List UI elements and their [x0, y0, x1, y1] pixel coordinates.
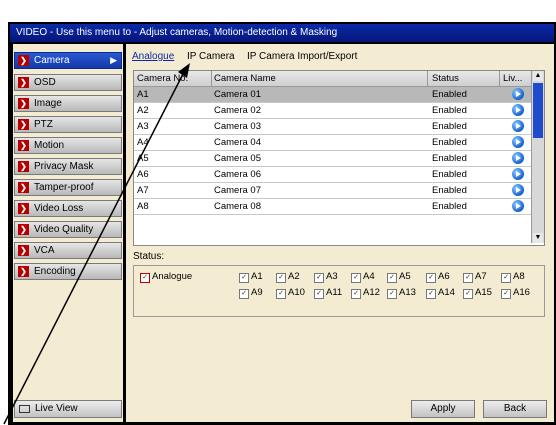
chevron-right-icon: ❯: [18, 161, 29, 172]
sidebar-item-motion[interactable]: ❯ Motion: [14, 137, 122, 154]
column-header-status[interactable]: Status: [432, 73, 459, 84]
channel-checkbox[interactable]: ✓: [426, 273, 436, 283]
channel-checkbox[interactable]: ✓: [276, 289, 286, 299]
live-view-icon[interactable]: [512, 88, 524, 100]
title-text: VIDEO - Use this menu to - Adjust camera…: [16, 27, 338, 38]
table-row[interactable]: A3 Camera 03 Enabled: [134, 119, 534, 135]
table-row[interactable]: A4 Camera 04 Enabled: [134, 135, 534, 151]
sidebar-item-vca[interactable]: ❯ VCA: [14, 242, 122, 259]
channel-checkbox[interactable]: ✓: [239, 289, 249, 299]
status-box: ✓ Analogue ✓ A1 ✓ A2 ✓ A3 ✓ A4 ✓ A5 ✓ A6…: [133, 265, 545, 317]
live-view-icon[interactable]: [512, 120, 524, 132]
live-view-icon[interactable]: [512, 200, 524, 212]
chevron-right-icon: ❯: [18, 119, 29, 130]
live-view-icon[interactable]: [512, 152, 524, 164]
sidebar-item-image[interactable]: ❯ Image: [14, 95, 122, 112]
sidebar-item-osd[interactable]: ❯ OSD: [14, 74, 122, 91]
live-view-icon[interactable]: [512, 184, 524, 196]
selected-arrow-icon: ▶: [110, 55, 117, 65]
table-row[interactable]: A5 Camera 05 Enabled: [134, 151, 534, 167]
sidebar-item-tamper-proof[interactable]: ❯ Tamper-proof: [14, 179, 122, 196]
column-header-camera-name[interactable]: Camera Name: [214, 73, 276, 84]
channel-checkbox[interactable]: ✓: [276, 273, 286, 283]
scrollbar-thumb[interactable]: [533, 83, 543, 138]
table-row[interactable]: A1 Camera 01 Enabled: [134, 87, 534, 103]
table-row[interactable]: A8 Camera 08 Enabled: [134, 199, 534, 215]
status-label: Status:: [133, 251, 165, 262]
live-view-icon[interactable]: [512, 168, 524, 180]
chevron-right-icon: ❯: [18, 182, 29, 193]
channel-checkbox[interactable]: ✓: [463, 289, 473, 299]
apply-button[interactable]: Apply: [411, 400, 475, 418]
chevron-right-icon: ❯: [18, 77, 29, 88]
chevron-right-icon: ❯: [18, 55, 29, 66]
channel-checkbox[interactable]: ✓: [314, 273, 324, 283]
title-bar: VIDEO - Use this menu to - Adjust camera…: [10, 24, 554, 42]
chevron-right-icon: ❯: [18, 203, 29, 214]
sidebar-item-video-quality[interactable]: ❯ Video Quality: [14, 221, 122, 238]
tab-analogue[interactable]: Analogue: [132, 51, 174, 62]
sidebar-item-encoding[interactable]: ❯ Encoding: [14, 263, 122, 280]
channel-checkbox[interactable]: ✓: [314, 289, 324, 299]
chevron-right-icon: ❯: [18, 224, 29, 235]
column-header-live[interactable]: Liv...: [503, 73, 522, 84]
channel-checkbox[interactable]: ✓: [501, 273, 511, 283]
monitor-icon: [19, 405, 30, 413]
table-row[interactable]: A2 Camera 02 Enabled: [134, 103, 534, 119]
live-view-icon[interactable]: [512, 104, 524, 116]
table-header: Camera No. Camera Name Status Liv...: [134, 71, 534, 87]
table-scrollbar[interactable]: ▲ ▼: [531, 71, 544, 243]
channel-checkbox[interactable]: ✓: [387, 289, 397, 299]
tab-ip-camera[interactable]: IP Camera: [187, 51, 235, 62]
column-header-camera-no[interactable]: Camera No.: [137, 73, 188, 84]
chevron-right-icon: ❯: [18, 266, 29, 277]
back-button[interactable]: Back: [483, 400, 547, 418]
scroll-down-icon[interactable]: ▼: [533, 233, 543, 243]
channel-checkbox[interactable]: ✓: [351, 289, 361, 299]
live-view-button[interactable]: Live View: [14, 400, 122, 418]
channel-checkbox[interactable]: ✓: [501, 289, 511, 299]
chevron-right-icon: ❯: [18, 245, 29, 256]
sidebar-item-privacy-mask[interactable]: ❯ Privacy Mask: [14, 158, 122, 175]
tab-ip-camera-import-export[interactable]: IP Camera Import/Export: [247, 51, 357, 62]
sidebar-item-ptz[interactable]: ❯ PTZ: [14, 116, 122, 133]
table-row[interactable]: A6 Camera 06 Enabled: [134, 167, 534, 183]
sidebar-item-camera[interactable]: ❯ Camera ▶: [14, 52, 122, 69]
live-view-icon[interactable]: [512, 136, 524, 148]
scroll-up-icon[interactable]: ▲: [533, 71, 543, 81]
channel-checkbox[interactable]: ✓: [387, 273, 397, 283]
channel-checkbox[interactable]: ✓: [239, 273, 249, 283]
analogue-checkbox[interactable]: ✓: [140, 273, 150, 283]
channel-checkbox[interactable]: ✓: [426, 289, 436, 299]
channel-checkbox[interactable]: ✓: [463, 273, 473, 283]
chevron-right-icon: ❯: [18, 98, 29, 109]
sidebar-item-video-loss[interactable]: ❯ Video Loss: [14, 200, 122, 217]
table-row[interactable]: A7 Camera 07 Enabled: [134, 183, 534, 199]
analogue-label: Analogue: [152, 271, 193, 282]
chevron-right-icon: ❯: [18, 140, 29, 151]
camera-table: Camera No. Camera Name Status Liv... A1 …: [133, 70, 545, 246]
channel-checkbox[interactable]: ✓: [351, 273, 361, 283]
